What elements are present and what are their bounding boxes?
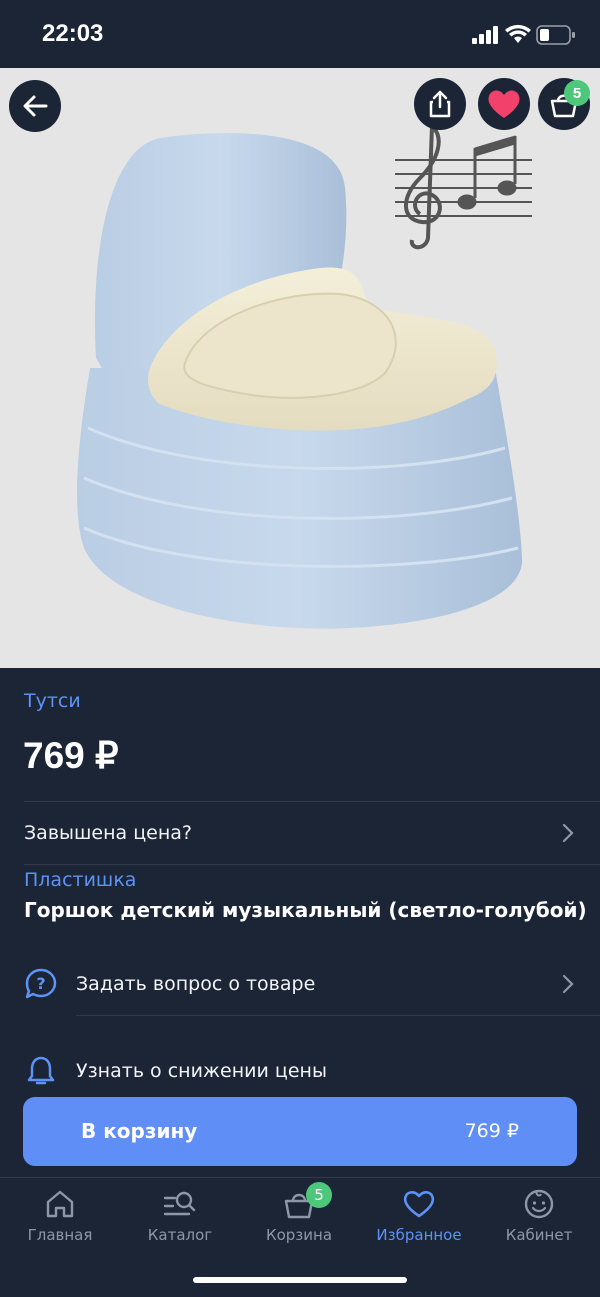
tab-catalog-label: Каталог (147, 1226, 213, 1244)
chevron-right-icon (562, 974, 574, 994)
price-drop-label: Узнать о снижении цены (76, 1060, 327, 1082)
home-icon (42, 1186, 78, 1222)
catalog-search-icon (162, 1186, 198, 1222)
brand-link[interactable]: Тутси (24, 690, 81, 712)
ask-question-row[interactable]: ? Задать вопрос о товаре (24, 959, 584, 1009)
divider (24, 801, 600, 802)
status-time: 22:03 (42, 20, 104, 47)
heart-filled-icon (488, 90, 520, 118)
divider (76, 1015, 600, 1016)
music-notes-icon (395, 124, 532, 250)
product-title: Горшок детский музыкальный (светло-голуб… (24, 898, 587, 922)
tab-home-label: Главная (27, 1226, 93, 1244)
tab-home[interactable]: Главная (5, 1186, 115, 1250)
arrow-left-icon (23, 95, 48, 117)
tab-favorites-label: Избранное (376, 1226, 462, 1244)
category-link[interactable]: Пластишка (24, 869, 136, 891)
chevron-right-icon (562, 823, 574, 843)
add-to-cart-button[interactable]: В корзину 769 ₽ (23, 1097, 577, 1166)
tab-cart[interactable]: Корзина 5 (244, 1182, 354, 1250)
price-complaint-label: Завышена цена? (24, 822, 192, 844)
heart-icon (401, 1186, 437, 1222)
bell-icon (24, 1054, 58, 1088)
tab-cart-badge: 5 (306, 1182, 332, 1208)
tab-favorites[interactable]: Избранное (364, 1186, 474, 1250)
back-button[interactable] (9, 80, 61, 132)
share-icon (429, 90, 451, 118)
status-bar: 22:03 (0, 0, 600, 68)
add-to-cart-price: 769 ₽ (464, 1120, 519, 1142)
favorite-button[interactable] (478, 78, 530, 130)
home-indicator (193, 1277, 407, 1283)
tab-account[interactable]: Кабинет (484, 1186, 594, 1250)
product-image[interactable] (0, 68, 600, 668)
wifi-icon (505, 24, 531, 43)
cart-count-badge: 5 (564, 80, 590, 106)
battery-icon (536, 25, 575, 45)
signal-icon (472, 26, 498, 44)
add-to-cart-label: В корзину (81, 1119, 198, 1143)
product-price: 769 ₽ (23, 735, 119, 776)
tab-account-label: Кабинет (505, 1226, 573, 1244)
question-bubble-icon: ? (24, 967, 58, 1001)
tab-cart-label: Корзина (265, 1226, 333, 1244)
svg-text:?: ? (36, 974, 45, 993)
ask-question-label: Задать вопрос о товаре (76, 973, 316, 995)
tab-catalog[interactable]: Каталог (125, 1186, 235, 1250)
price-complaint-row[interactable]: Завышена цена? (24, 808, 584, 858)
potty-illustration (77, 124, 532, 629)
smile-face-icon (521, 1186, 557, 1222)
share-button[interactable] (414, 78, 466, 130)
divider (24, 864, 600, 865)
